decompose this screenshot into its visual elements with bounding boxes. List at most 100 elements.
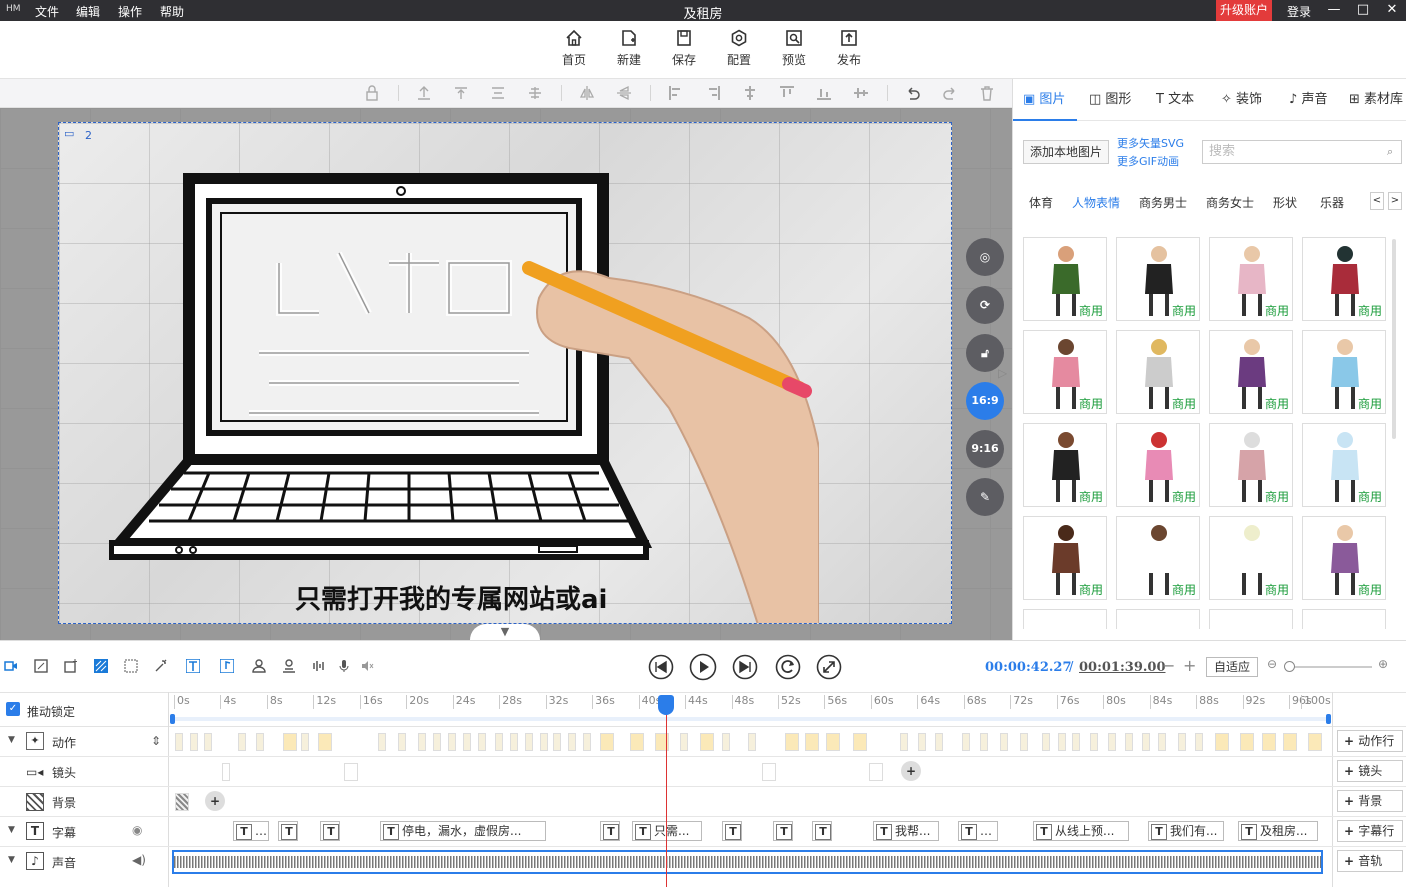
delete-icon[interactable] — [979, 85, 995, 101]
caption-clip[interactable]: T — [320, 821, 340, 841]
redo-icon[interactable] — [942, 85, 958, 101]
bring-front-icon[interactable] — [416, 85, 432, 101]
edit-pen-button[interactable]: ✎ — [966, 478, 1004, 516]
action-keyframe[interactable] — [525, 733, 533, 751]
action-keyframe[interactable] — [853, 733, 867, 751]
background-tool-icon[interactable] — [94, 659, 108, 673]
caption-clip[interactable]: T 我们有... — [1148, 821, 1224, 841]
home-button[interactable]: 首页 — [554, 29, 594, 68]
time-ruler[interactable]: 0s 4s 8s 12s 16s 20s 24s 28s 32s 36s 40s 44s 48s 52s 5… — [170, 693, 1331, 711]
magic-wand-icon[interactable] — [154, 659, 168, 673]
action-keyframe[interactable] — [318, 733, 332, 751]
category-shapes[interactable]: 形状 — [1273, 194, 1297, 211]
category-next-icon[interactable]: > — [1388, 192, 1402, 210]
flip-vertical-icon[interactable] — [616, 85, 632, 101]
asset-thumbnail[interactable]: 商用 — [1209, 237, 1293, 321]
lock-icon[interactable] — [364, 85, 380, 101]
action-keyframe[interactable] — [700, 733, 714, 751]
action-keyframe[interactable] — [238, 733, 246, 751]
asset-thumbnail[interactable]: 商用 — [1023, 237, 1107, 321]
action-keyframe[interactable] — [1240, 733, 1254, 751]
close-icon[interactable]: ✕ — [1384, 2, 1400, 17]
snapshot-button[interactable]: ◎ — [966, 238, 1004, 276]
more-svg-link[interactable]: 更多矢量SVG — [1117, 135, 1184, 151]
camera-keyframe[interactable] — [869, 763, 883, 781]
action-keyframe[interactable] — [785, 733, 799, 751]
action-keyframe[interactable] — [495, 733, 503, 751]
total-time[interactable]: 00:01:39.00 — [1079, 660, 1166, 675]
panel-scrollbar[interactable] — [1392, 239, 1396, 439]
range-bar[interactable] — [172, 717, 1329, 721]
microphone-icon[interactable] — [337, 659, 351, 673]
rotate-button[interactable]: ⟳ — [966, 286, 1004, 324]
action-keyframe[interactable] — [680, 733, 688, 751]
asset-thumbnail[interactable]: 商用 — [1116, 423, 1200, 507]
action-keyframe[interactable] — [378, 733, 386, 751]
preview-button[interactable]: 预览 — [774, 29, 814, 68]
asset-thumbnail[interactable]: 商用 — [1023, 516, 1107, 600]
action-keyframe[interactable] — [433, 733, 441, 751]
add-action-row-button[interactable]: + 动作行 — [1337, 730, 1403, 752]
action-keyframe[interactable] — [1125, 733, 1133, 751]
add-local-image-button[interactable]: 添加本地图片 — [1023, 140, 1109, 164]
add-background-button[interactable]: + 背景 — [1337, 790, 1403, 812]
action-keyframe[interactable] — [1000, 733, 1008, 751]
zoom-out-icon[interactable]: ⊖ — [1267, 657, 1277, 671]
music-tool-icon[interactable] — [220, 659, 234, 673]
align-center-icon[interactable] — [742, 85, 758, 101]
action-keyframe[interactable] — [1090, 733, 1098, 751]
asset-thumbnail[interactable]: 商用 — [1116, 237, 1200, 321]
ratio-9-16-button[interactable]: 9:16 — [966, 430, 1004, 468]
action-keyframe[interactable] — [175, 733, 183, 751]
asset-thumbnail[interactable]: 商用 — [1209, 330, 1293, 414]
category-business-women[interactable]: 商务女士 — [1206, 194, 1254, 211]
caption-clip[interactable]: T 只需... — [632, 821, 702, 841]
action-keyframe[interactable] — [553, 733, 561, 751]
minimize-icon[interactable]: — — [1326, 2, 1342, 17]
tab-text[interactable]: T 文本 — [1156, 79, 1194, 121]
action-keyframe[interactable] — [748, 733, 756, 751]
action-keyframe[interactable] — [583, 733, 591, 751]
asset-thumbnail[interactable]: 商用 — [1209, 516, 1293, 600]
action-keyframe[interactable] — [418, 733, 426, 751]
new-button[interactable]: 新建 — [609, 29, 649, 68]
caption-clip[interactable]: T 停电，漏水，虚假房... — [380, 821, 546, 841]
align-bottom-icon[interactable] — [816, 85, 832, 101]
time-minus-icon[interactable]: − — [1162, 656, 1175, 675]
range-end-handle[interactable] — [1326, 714, 1331, 724]
action-keyframe[interactable] — [568, 733, 576, 751]
zoom-slider[interactable] — [1288, 666, 1372, 668]
zoom-fit-button[interactable]: 自适应 — [1206, 657, 1258, 677]
login-link[interactable]: 登录 — [1287, 3, 1311, 20]
range-start-handle[interactable] — [170, 714, 175, 724]
asset-thumbnail[interactable]: 商用 — [1023, 330, 1107, 414]
category-sports[interactable]: 体育 — [1029, 194, 1053, 211]
undo-icon[interactable] — [905, 85, 921, 101]
action-keyframe[interactable] — [918, 733, 926, 751]
bring-forward-icon[interactable] — [453, 85, 469, 101]
action-keyframe[interactable] — [301, 733, 309, 751]
tab-images[interactable]: ▣ 图片 — [1023, 79, 1065, 121]
action-keyframe[interactable] — [1283, 733, 1297, 751]
volume-icon[interactable]: ◀) — [132, 853, 146, 867]
waveform-tool-icon[interactable] — [312, 659, 326, 673]
audio-waveform-clip[interactable] — [172, 850, 1323, 874]
action-keyframe[interactable] — [478, 733, 486, 751]
more-gif-link[interactable]: 更多GIF动画 — [1117, 153, 1179, 169]
play-icon[interactable] — [689, 653, 717, 681]
caption-clip[interactable]: T — [600, 821, 620, 841]
scene-canvas[interactable]: ▭ 2 只需打开我的专属网站或ai — [58, 122, 952, 624]
asset-thumbnail[interactable]: 商用 — [1116, 516, 1200, 600]
action-keyframe[interactable] — [283, 733, 297, 751]
collapse-action-icon[interactable]: ▼ — [8, 735, 15, 745]
category-prev-icon[interactable]: < — [1370, 192, 1384, 210]
category-instruments[interactable]: 乐器 — [1320, 194, 1344, 211]
search-icon[interactable]: ⌕ — [1387, 145, 1393, 159]
action-keyframe[interactable] — [1020, 733, 1028, 751]
action-keyframe[interactable] — [1158, 733, 1166, 751]
playhead-handle[interactable] — [658, 695, 674, 715]
action-keyframe[interactable] — [1262, 733, 1276, 751]
action-keyframe[interactable] — [962, 733, 970, 751]
align-right-icon[interactable] — [705, 85, 721, 101]
align-top-icon[interactable] — [779, 85, 795, 101]
